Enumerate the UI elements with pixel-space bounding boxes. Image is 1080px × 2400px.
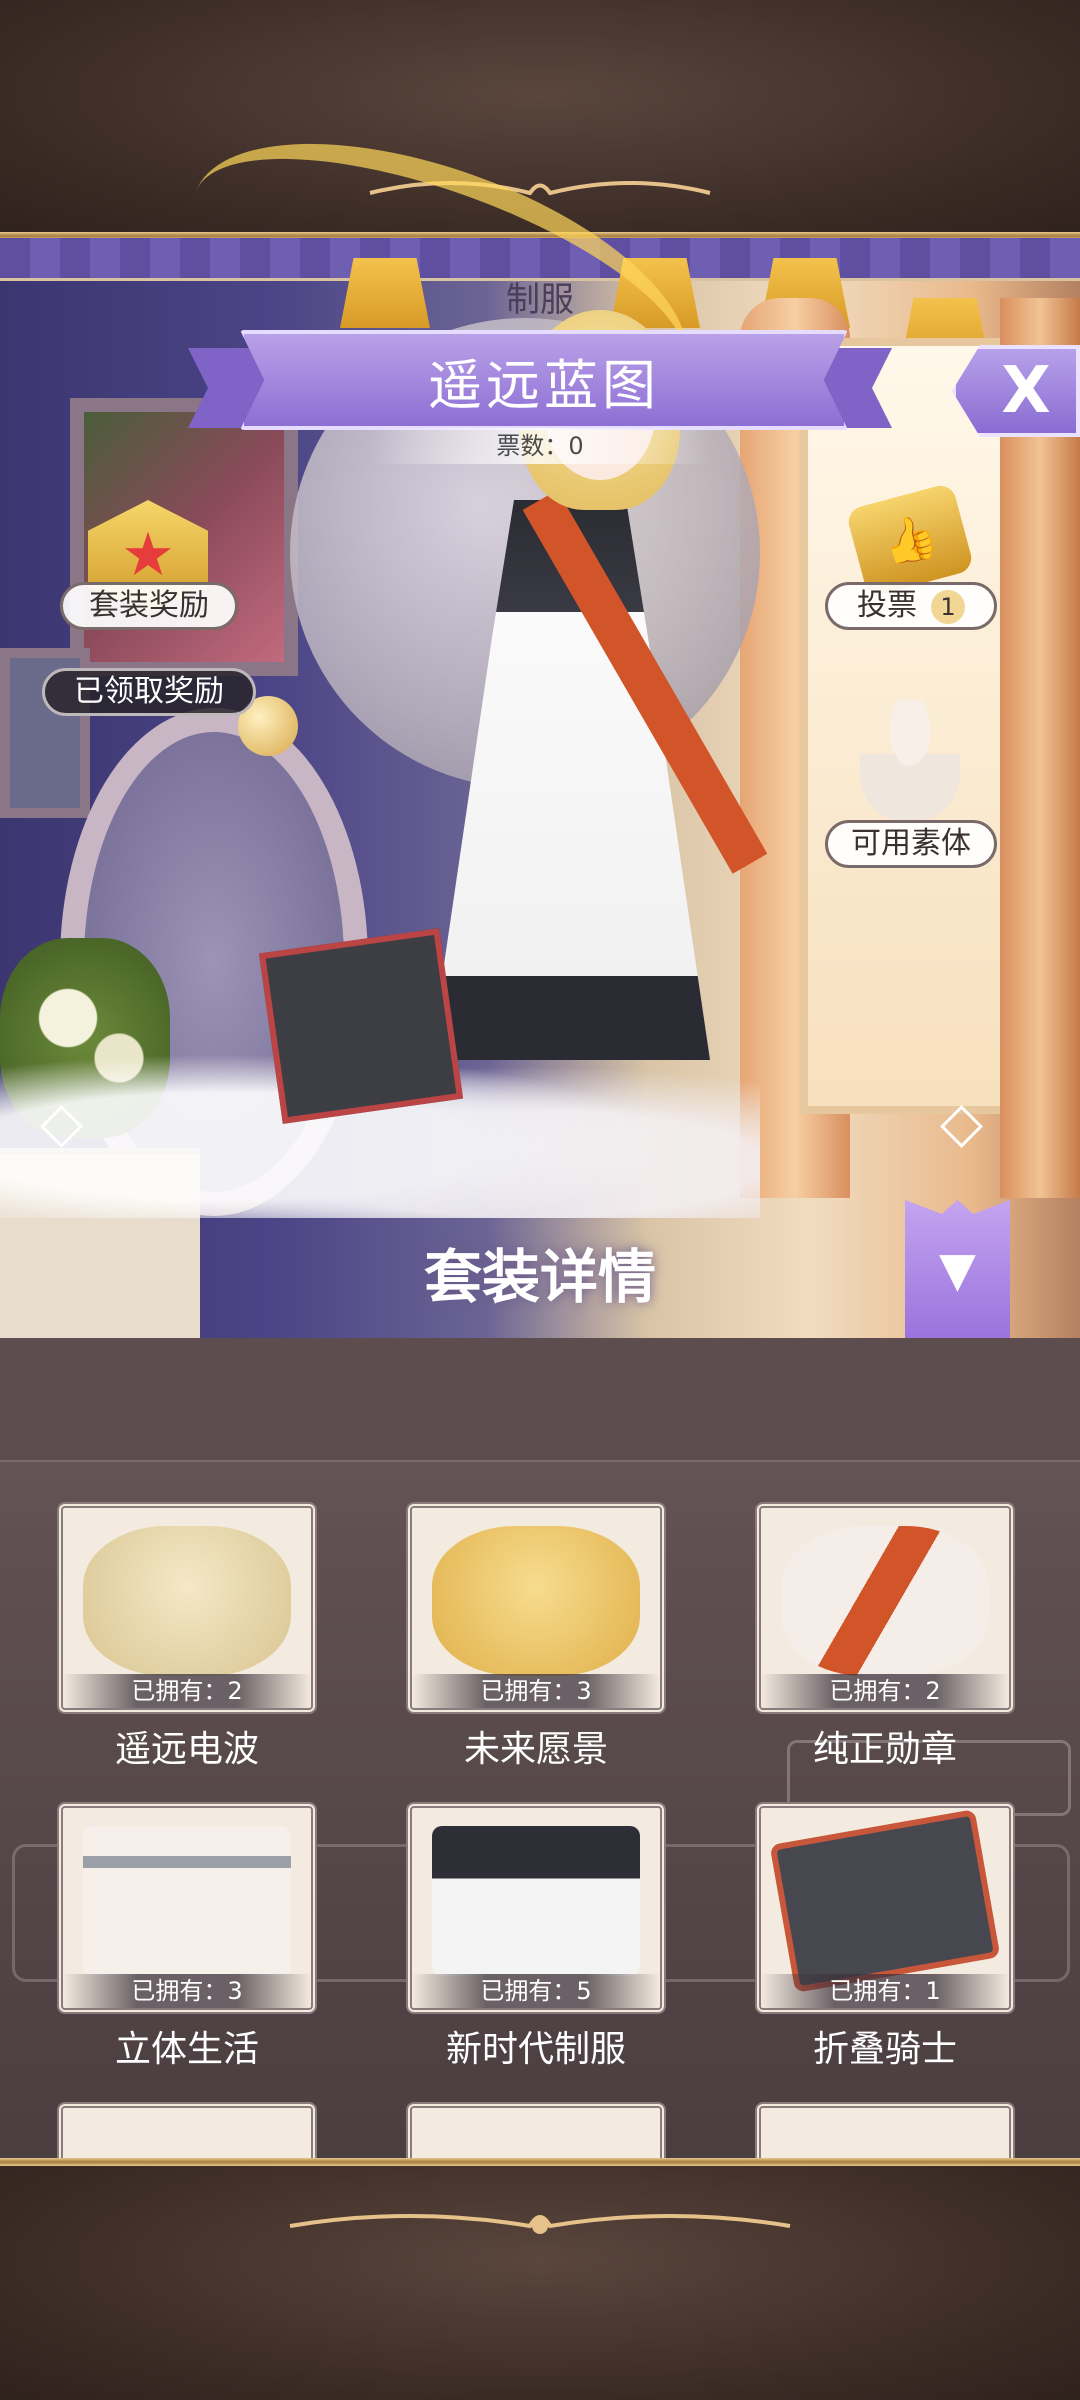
item-card[interactable]: 已拥有：5 新时代制服: [406, 1802, 666, 2072]
suit-title: 遥远蓝图: [428, 353, 660, 417]
suit-reward-button[interactable]: 套装奖励: [60, 582, 238, 630]
category-label: 制服: [506, 280, 574, 320]
item-uniform-icon: [432, 1826, 640, 1976]
item-hair-icon: [83, 1526, 291, 1676]
character-briefcase: [258, 928, 464, 1124]
item-lingerie-icon: [83, 1826, 291, 1976]
item-name: 未来愿景: [463, 1729, 608, 1770]
available-body-button[interactable]: 可用素体: [825, 820, 997, 868]
claimed-reward-button[interactable]: 已领取奖励: [42, 668, 256, 716]
previous-arrow-icon[interactable]: ◇: [40, 1090, 140, 1155]
ornament-icon: [289, 2214, 791, 2234]
owned-count: 已拥有：2: [63, 1674, 311, 1708]
item-name: 折叠骑士: [812, 2029, 957, 2070]
panel-header: [0, 1338, 1080, 1462]
item-thumbnail-frame: 已拥有：5: [406, 1802, 666, 2014]
item-thumbnail-frame: 已拥有：2: [57, 1502, 317, 1714]
item-thumbnail-frame: 已拥有：3: [57, 1802, 317, 2014]
item-card-partial[interactable]: [406, 2102, 666, 2160]
item-name: 立体生活: [114, 2029, 259, 2070]
item-thumbnail-frame: [57, 2102, 317, 2160]
item-thumbnail-frame: 已拥有：2: [755, 1502, 1015, 1714]
vote-button[interactable]: 投票 1: [825, 582, 997, 630]
vote-count-badge: 1: [931, 590, 965, 624]
owned-count: 已拥有：5: [412, 1974, 660, 2008]
item-name: 遥远电波: [114, 1729, 259, 1770]
top-frame: [0, 0, 1080, 235]
collapse-toggle-button[interactable]: ▼: [905, 1200, 1010, 1340]
owned-count: 已拥有：2: [761, 1674, 1009, 1708]
item-thumbnail-frame: [406, 2102, 666, 2160]
vote-count-label: 票数：0: [370, 428, 710, 464]
star-icon: ★: [121, 520, 175, 590]
item-badge-icon: [781, 1526, 989, 1676]
item-card-partial[interactable]: [57, 2102, 317, 2160]
owned-count: 已拥有：3: [412, 1674, 660, 1708]
next-arrow-icon[interactable]: ◇: [940, 1090, 1040, 1155]
owned-count: 已拥有：3: [63, 1974, 311, 2008]
item-card[interactable]: 已拥有：2 纯正勋章: [755, 1502, 1015, 1772]
item-name: 纯正勋章: [812, 1729, 957, 1770]
item-card[interactable]: 已拥有：1 折叠骑士: [755, 1802, 1015, 2072]
item-card-partial[interactable]: [755, 2102, 1015, 2160]
item-card[interactable]: 已拥有：2 遥远电波: [57, 1502, 317, 1772]
bottom-frame: [0, 2166, 1080, 2400]
item-card[interactable]: 已拥有：3 立体生活: [57, 1802, 317, 2072]
bottom-gold-divider: [0, 2158, 1080, 2166]
item-thumbnail-frame: 已拥有：1: [755, 1802, 1015, 2014]
item-name: 新时代制服: [445, 2029, 626, 2070]
suit-title-banner: 遥远蓝图: [240, 330, 848, 430]
close-icon: X: [1001, 354, 1051, 428]
item-thumbnail-frame: [755, 2102, 1015, 2160]
chevron-down-icon: ▼: [939, 1242, 976, 1298]
item-briefcase-icon: [769, 1809, 1001, 1993]
item-hair-icon: [432, 1526, 640, 1676]
mannequin-icon[interactable]: [860, 700, 960, 820]
item-card[interactable]: 已拥有：3 未来愿景: [406, 1502, 666, 1772]
owned-count: 已拥有：1: [761, 1974, 1009, 2008]
item-thumbnail-frame: 已拥有：3: [406, 1502, 666, 1714]
vote-label: 投票: [857, 588, 917, 623]
